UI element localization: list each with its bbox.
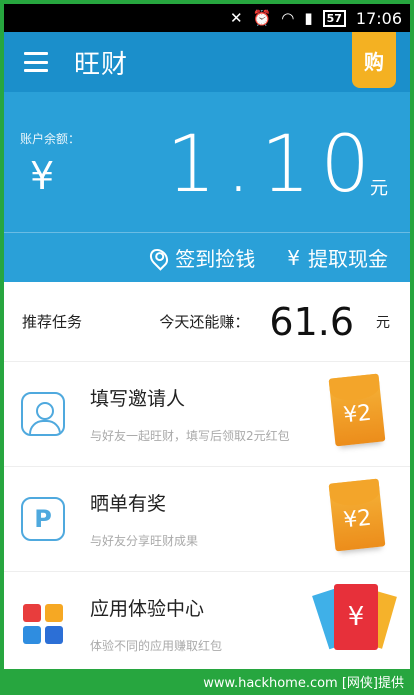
balance-panel: 账户余额： ¥ 1.10 元 [4, 92, 410, 232]
earn-value: 61.6 [269, 299, 354, 344]
watermark: www.hackhome.com [网侠]提供 [203, 676, 404, 691]
task-item-app-center[interactable]: 应用体验中心 体验不同的应用赚取红包 ¥ [4, 572, 410, 669]
task-item-share[interactable]: P 晒单有奖 与好友分享旺财成果 ¥2 [4, 467, 410, 572]
app-grid-icon [23, 604, 63, 644]
checkin-button[interactable]: 签到捡钱 [146, 243, 256, 272]
task-subtitle: 体验不同的应用赚取红包 [90, 639, 223, 653]
task-subtitle: 与好友分享旺财成果 [90, 534, 199, 548]
earnings-summary: 推荐任务 今天还能赚： 61.6 元 [4, 282, 410, 362]
app-title: 旺财 [74, 49, 129, 80]
balance-amount: 1.10 [166, 120, 380, 210]
task-title: 晒单有奖 [90, 493, 167, 515]
person-icon [21, 392, 65, 436]
task-item-invite[interactable]: 填写邀请人 与好友一起旺财，填写后领取2元红包 ¥2 [4, 362, 410, 467]
earn-unit: 元 [376, 314, 390, 331]
task-title: 填写邀请人 [90, 388, 186, 410]
withdraw-button[interactable]: ¥ 提取现金 [287, 243, 388, 272]
location-pin-icon [146, 244, 172, 271]
balance-label: 账户余额： [20, 132, 81, 146]
task-title: 应用体验中心 [90, 598, 205, 620]
recommended-tasks-title: 推荐任务 [22, 313, 83, 331]
status-bar: ✕ ⏰ ◠ ▮ 57 17:06 [4, 4, 410, 32]
mute-icon: ✕ [229, 8, 243, 27]
hamburger-menu-icon[interactable] [24, 52, 48, 72]
yen-icon: ¥ [287, 245, 300, 270]
balance-unit: 元 [370, 178, 388, 199]
red-envelope-icon: ¥2 [328, 373, 386, 447]
buy-button[interactable]: 购 [352, 32, 396, 88]
battery-icon: 57 [322, 9, 346, 27]
action-bar: 签到捡钱 ¥ 提取现金 [4, 232, 410, 282]
checkin-label: 签到捡钱 [175, 247, 256, 271]
currency-symbol: ¥ [30, 154, 55, 198]
earn-label: 今天还能赚： [159, 313, 250, 331]
alarm-icon: ⏰ [252, 8, 272, 27]
task-subtitle: 与好友一起旺财，填写后领取2元红包 [90, 429, 290, 443]
wifi-icon: ◠ [281, 8, 295, 27]
withdraw-label: 提取现金 [308, 247, 388, 271]
red-envelope-bundle-icon: ¥ [312, 584, 397, 660]
status-time: 17:06 [355, 8, 402, 28]
app-bar: 旺财 购 [4, 32, 410, 92]
share-icon: P [21, 497, 65, 541]
signal-icon: ▮ [304, 8, 313, 27]
task-list: 推荐任务 今天还能赚： 61.6 元 填写邀请人 与好友一起旺财，填写后领取2元… [4, 282, 410, 669]
red-envelope-icon: ¥2 [328, 478, 386, 552]
